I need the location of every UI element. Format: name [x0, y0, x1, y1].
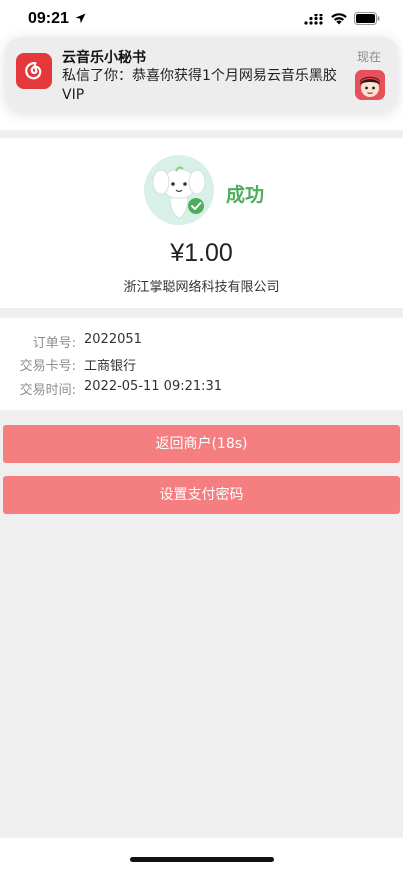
home-indicator[interactable]: [130, 857, 274, 862]
avatar-character-icon: [355, 70, 385, 100]
notification-banner[interactable]: 云音乐小秘书 私信了你：恭喜你获得1个月网易云音乐黑胶 VIP 现在: [5, 37, 398, 112]
detail-label: 订单号:: [32, 336, 76, 351]
bottom-bar: [0, 838, 403, 871]
detail-value: 2022051: [84, 332, 142, 347]
transaction-details: 订单号: 2022051 交易卡号: 工商银行 交易时间: 2022-05-11…: [0, 318, 403, 410]
detail-label: 交易时间:: [19, 383, 76, 398]
payment-status: 成功: [226, 184, 265, 206]
notification-time: 现在: [356, 50, 381, 64]
status-time: 09:21: [28, 10, 69, 27]
cellular-signal-icon: [304, 14, 323, 25]
detail-row-time: 交易时间: 2022-05-11 09:21:31: [0, 379, 403, 399]
netease-music-app-icon: [16, 53, 52, 89]
battery-icon: [354, 12, 380, 25]
set-payment-password-button[interactable]: 设置支付密码: [3, 476, 400, 514]
payment-amount: ¥1.00: [170, 239, 233, 267]
screen: 09:21 云音乐小秘书 私信了你：恭喜你获得1个月网易云音乐黑胶 VIP 现在…: [0, 0, 403, 871]
detail-row-order-number: 订单号: 2022051: [0, 332, 403, 352]
payment-result-card: 成功 ¥1.00 浙江掌聪网络科技有限公司: [0, 138, 403, 308]
detail-value: 工商银行: [84, 359, 137, 374]
status-bar: 09:21: [0, 0, 403, 40]
notification-message: 私信了你：恭喜你获得1个月网易云音乐黑胶 VIP: [62, 68, 337, 103]
merchant-name: 浙江掌聪网络科技有限公司: [123, 280, 280, 295]
detail-label: 交易卡号:: [19, 359, 76, 374]
notification-app-name: 云音乐小秘书: [62, 50, 146, 66]
sender-avatar: [355, 70, 385, 100]
success-mascot-icon: [144, 155, 214, 225]
detail-value: 2022-05-11 09:21:31: [84, 379, 223, 394]
location-arrow-icon: [75, 13, 86, 24]
detail-row-card: 交易卡号: 工商银行: [0, 355, 403, 375]
return-to-merchant-button[interactable]: 返回商户(18s): [3, 425, 400, 463]
wifi-icon: [331, 13, 347, 25]
music-logo-icon: [25, 62, 42, 80]
